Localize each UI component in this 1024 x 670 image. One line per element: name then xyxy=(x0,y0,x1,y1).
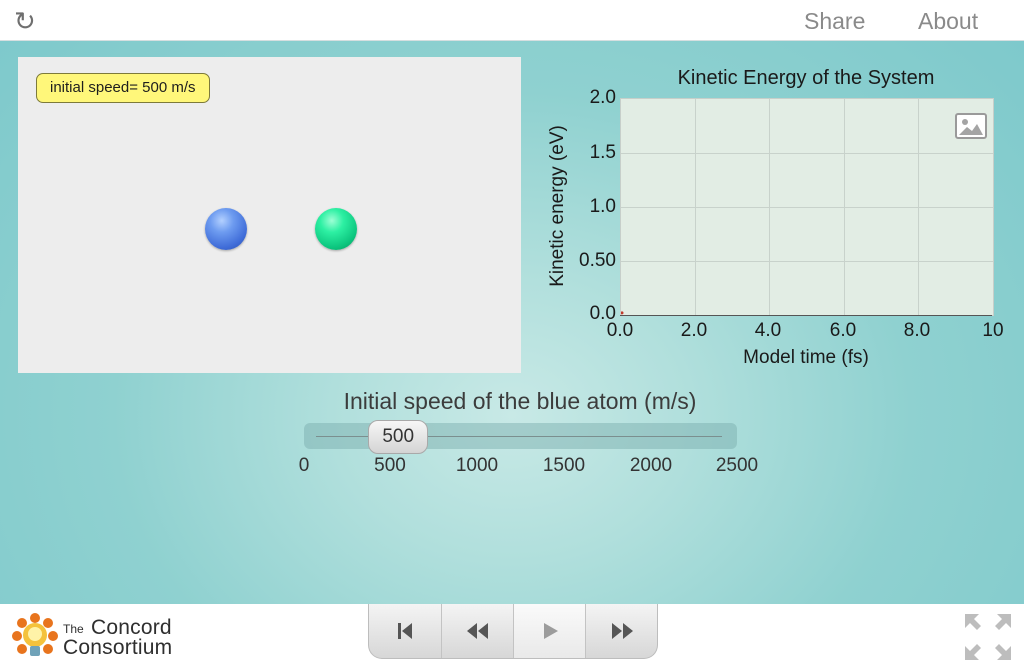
y-tick-label: 1.5 xyxy=(589,142,616,163)
play-button[interactable] xyxy=(513,604,586,658)
slider-tick-label: 500 xyxy=(374,455,406,476)
initial-speed-badge: initial speed= 500 m/s xyxy=(36,73,210,103)
x-axis-label: Model time (fs) xyxy=(743,347,869,368)
kinetic-energy-graph: Kinetic Energy of the System 2.0 1.5 1.0… xyxy=(530,57,1020,377)
fast-forward-icon xyxy=(612,623,633,639)
logo-text-the: The xyxy=(63,622,84,636)
fullscreen-icon[interactable] xyxy=(963,612,1013,662)
step-forward-button[interactable] xyxy=(585,604,657,658)
y-tick-label: 2.0 xyxy=(589,87,616,108)
logo-text-consortium: Consortium xyxy=(63,636,173,659)
play-icon xyxy=(544,623,558,639)
about-link[interactable]: About xyxy=(918,8,978,35)
slider-handle[interactable]: 500 xyxy=(368,420,429,454)
y-axis-label: Kinetic energy (eV) xyxy=(547,125,568,287)
series-layer xyxy=(621,311,624,315)
slider-tick-label: 1000 xyxy=(455,455,499,476)
slider-tick-label: 0 xyxy=(298,455,310,476)
skip-to-start-icon xyxy=(398,623,412,639)
slider-title: Initial speed of the blue atom (m/s) xyxy=(343,388,697,414)
slider-tick-label: 2000 xyxy=(629,455,673,476)
share-link[interactable]: Share xyxy=(804,8,865,35)
slider-tick-label: 2500 xyxy=(715,455,759,476)
concord-lightbulb-logo-icon[interactable] xyxy=(12,612,58,662)
playback-controls xyxy=(368,604,658,659)
x-axis-line xyxy=(620,315,992,316)
top-bar: ↻ Share About xyxy=(0,0,1024,41)
x-tick-label: 8.0 xyxy=(903,320,931,341)
x-tick-label: 4.0 xyxy=(754,320,782,341)
y-tick-label: 0.50 xyxy=(579,250,616,271)
rewind-icon xyxy=(467,623,488,639)
plot-area[interactable] xyxy=(620,98,994,316)
graph-title: Kinetic Energy of the System xyxy=(677,67,935,89)
x-tick-label: 0.0 xyxy=(606,320,634,341)
y-tick-label: 1.0 xyxy=(589,196,616,217)
slider-tick-label: 1500 xyxy=(542,455,586,476)
x-tick-label: 10 xyxy=(982,320,1004,341)
reload-icon[interactable]: ↻ xyxy=(14,8,40,34)
reset-button[interactable] xyxy=(369,604,441,658)
series-point xyxy=(621,311,624,315)
model-view: initial speed= 500 m/s xyxy=(18,57,521,373)
x-tick-label: 2.0 xyxy=(680,320,708,341)
blue-atom[interactable] xyxy=(205,208,247,250)
green-atom[interactable] xyxy=(315,208,357,250)
bottom-bar: The Concord Consortium xyxy=(0,604,1024,670)
x-tick-label: 6.0 xyxy=(829,320,857,341)
step-back-button[interactable] xyxy=(441,604,514,658)
